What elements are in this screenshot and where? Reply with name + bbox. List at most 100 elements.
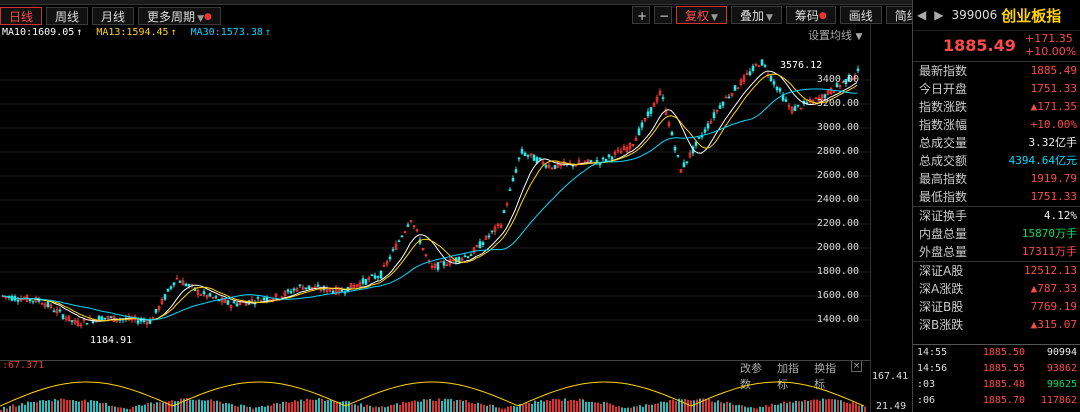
zoom-in-button[interactable]: + <box>632 6 650 24</box>
candle-body <box>331 290 335 294</box>
indicator-bar <box>375 406 377 412</box>
current-price: 1885.49 <box>943 36 1016 55</box>
indicator-bar <box>333 400 335 412</box>
close-icon[interactable]: × <box>851 360 862 372</box>
indicator-bar <box>690 400 692 412</box>
ma30-label: MA30:1573.38 <box>190 27 263 38</box>
indicator-bar <box>498 407 500 412</box>
indicator-bar <box>231 404 233 412</box>
indicator-bar <box>738 404 740 412</box>
candle-body <box>286 289 290 292</box>
candle-body <box>697 137 701 139</box>
stat-value: 3.32亿手 <box>1028 136 1078 149</box>
stat-label: 总成交量 <box>919 136 968 150</box>
chevron-down-icon: ▼ <box>197 14 204 24</box>
stat-label: 深A涨跌 <box>919 282 964 296</box>
indicator-bar <box>204 400 206 412</box>
indicator-chart[interactable] <box>0 376 870 412</box>
chevron-down-icon: ▼ <box>765 13 773 23</box>
indicator-bar <box>759 406 761 412</box>
candle-body <box>640 122 644 128</box>
indicator-bar <box>369 405 371 412</box>
indicator-bar <box>594 402 596 412</box>
candle-body <box>388 256 392 260</box>
period-day-button[interactable]: 日线 <box>0 7 43 25</box>
candle-body <box>226 300 230 305</box>
candle-body <box>610 156 614 160</box>
candle-body <box>436 262 440 270</box>
indicator-bar <box>441 400 443 412</box>
tick-time: :03 <box>917 379 936 390</box>
candle-body <box>748 71 752 75</box>
candle-body <box>487 235 491 238</box>
indicator-bar <box>771 403 773 412</box>
more-periods-button[interactable]: 更多周期 ▼● <box>138 7 221 25</box>
indicator-bar <box>819 400 821 412</box>
price-axis-tick: 2600.00 <box>816 170 859 181</box>
indicator-bar <box>747 407 749 412</box>
draw-line-button[interactable]: 画线 <box>839 6 882 24</box>
indicator-bar <box>501 408 503 412</box>
stat-value: 17311万手 <box>1021 245 1077 258</box>
price-axis-tick: 3400.00 <box>816 74 859 85</box>
indicator-bar <box>708 398 710 412</box>
candle-body <box>595 159 599 163</box>
candle-body <box>466 256 470 259</box>
indicator-bar <box>672 399 674 412</box>
indicator-bar <box>786 403 788 412</box>
indicator-bar <box>96 401 98 412</box>
indicator-bar <box>207 400 209 412</box>
indicator-bar <box>363 406 365 412</box>
indicator-bar <box>546 400 548 412</box>
fuquan-button[interactable]: 复权 ▼ <box>676 6 727 24</box>
next-stock-icon[interactable]: ▶ <box>934 8 943 22</box>
indicator-bar <box>429 399 431 412</box>
indicator-bar <box>390 405 392 412</box>
indicator-bar <box>39 400 41 412</box>
indicator-bar <box>570 399 572 412</box>
tick-time: :06 <box>917 395 936 406</box>
prev-stock-icon[interactable]: ◀ <box>917 8 926 22</box>
indicator-bar <box>813 399 815 412</box>
kline-chart[interactable] <box>0 40 870 360</box>
indicator-bar <box>573 399 575 412</box>
indicator-bar <box>54 399 56 412</box>
zoom-out-button[interactable]: − <box>654 6 672 24</box>
candle-body <box>142 320 146 322</box>
period-month-button[interactable]: 月线 <box>92 7 135 25</box>
stat-value: ▲787.33 <box>1030 282 1077 295</box>
candle-body <box>763 65 767 67</box>
indicator-bar <box>792 402 794 412</box>
indicator-bar <box>309 399 311 412</box>
candle-body <box>751 65 755 71</box>
indicator-bar <box>57 400 59 412</box>
candle-body <box>646 111 650 117</box>
high-marker-label: 3576.12 <box>780 60 823 71</box>
chips-button[interactable]: 筹码● <box>785 6 836 24</box>
stats-group-turnover: 深证换手 4.12% 内盘总量 15870万手 外盘总量 17311万手 <box>913 206 1080 261</box>
indicator-bar <box>213 401 215 412</box>
period-week-button[interactable]: 周线 <box>46 7 89 25</box>
candle-body <box>733 85 737 91</box>
indicator-bar <box>561 400 563 412</box>
stat-row: 深证B股 7769.19 <box>913 298 1080 316</box>
indicator-bar <box>588 401 590 412</box>
indicator-bar <box>99 403 101 412</box>
candle-body <box>526 155 530 157</box>
indicator-bar <box>480 403 482 412</box>
indicator-bar <box>567 400 569 412</box>
indicator-bar <box>123 408 125 412</box>
indicator-bar <box>534 400 536 412</box>
candle-body <box>235 303 239 307</box>
stat-label: 深证B股 <box>919 300 964 314</box>
overlay-button[interactable]: 叠加 ▼ <box>730 6 782 24</box>
candle-body <box>28 298 32 302</box>
ma30-line <box>1 88 858 321</box>
indicator-bar <box>756 408 758 412</box>
indicator-value: :67.371 <box>2 360 45 371</box>
indicator-bar <box>312 399 314 412</box>
indicator-bar <box>264 406 266 412</box>
indicator-bar <box>354 404 356 412</box>
indicator-bar <box>330 399 332 412</box>
indicator-bar <box>684 398 686 412</box>
